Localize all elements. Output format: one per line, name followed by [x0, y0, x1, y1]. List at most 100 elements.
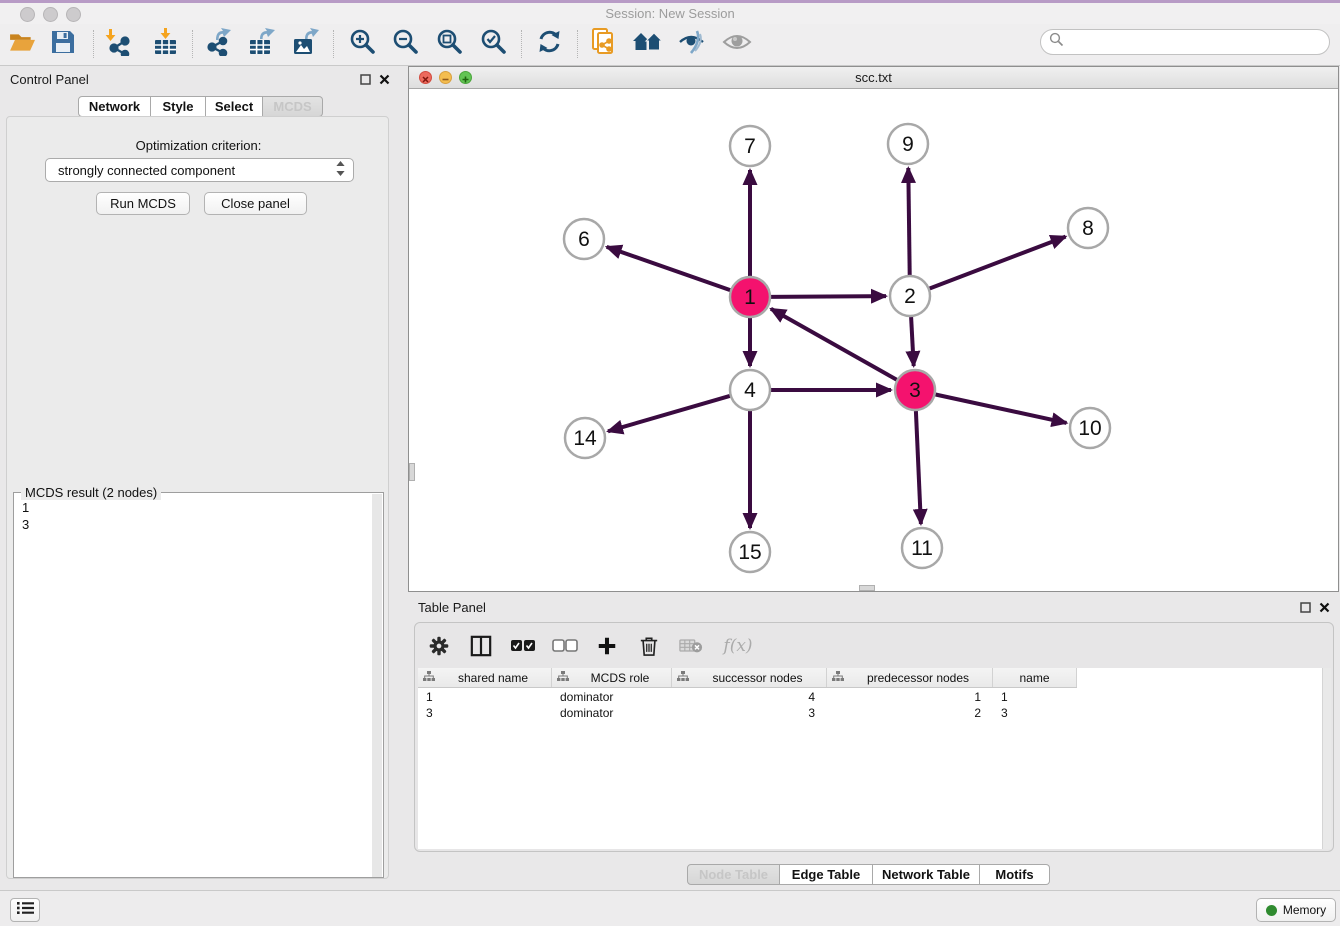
- save-session-button[interactable]: [46, 27, 80, 61]
- zoom-in-icon: [349, 28, 376, 60]
- tab-motifs[interactable]: Motifs: [980, 864, 1050, 885]
- node-15[interactable]: 15: [730, 532, 770, 572]
- network-close-button[interactable]: [419, 71, 432, 84]
- edge-3-1[interactable]: [771, 309, 897, 380]
- clone-network-button[interactable]: [587, 27, 621, 61]
- edge-2-9[interactable]: [908, 168, 909, 275]
- import-table-button[interactable]: [148, 27, 182, 61]
- column-header-shared-name[interactable]: shared name: [418, 668, 552, 687]
- table-scrollbar[interactable]: [1322, 668, 1331, 849]
- node-11[interactable]: 11: [902, 528, 942, 568]
- tab-network[interactable]: Network: [78, 96, 151, 117]
- table-cell[interactable]: 4: [672, 689, 827, 705]
- table-row[interactable]: 3 dominator 3 2 3: [418, 705, 1077, 721]
- deselect-all-icon[interactable]: [551, 632, 579, 660]
- network-maximize-button[interactable]: [459, 71, 472, 84]
- table-cell[interactable]: 3: [993, 705, 1077, 721]
- node-8[interactable]: 8: [1068, 208, 1108, 248]
- table-cell[interactable]: 3: [672, 705, 827, 721]
- zoom-selected-button[interactable]: [476, 27, 510, 61]
- task-history-button[interactable]: [10, 898, 40, 922]
- function-builder-icon[interactable]: f(x): [719, 632, 757, 660]
- mcds-result-line[interactable]: 3: [14, 516, 383, 533]
- network-canvas[interactable]: 7 9 6 8 1 2 4 3 14 10 15 11: [409, 89, 1338, 591]
- tab-mcds[interactable]: MCDS: [263, 96, 323, 117]
- homes-button[interactable]: [631, 27, 665, 61]
- edge-2-8[interactable]: [930, 237, 1066, 289]
- canvas-left-scrollbar-grip[interactable]: [409, 463, 415, 481]
- result-scrollbar[interactable]: [372, 494, 382, 877]
- node-7[interactable]: 7: [730, 126, 770, 166]
- memory-button[interactable]: Memory: [1256, 898, 1336, 922]
- run-mcds-button[interactable]: Run MCDS: [96, 192, 190, 215]
- edge-1-6[interactable]: [607, 247, 731, 290]
- tab-network-table[interactable]: Network Table: [873, 864, 980, 885]
- import-network-button[interactable]: [101, 27, 135, 61]
- edge-1-2[interactable]: [771, 296, 886, 297]
- table-row[interactable]: 1 dominator 4 1 1: [418, 689, 1077, 705]
- mcds-result-line[interactable]: 1: [14, 499, 383, 516]
- network-window-titlebar: scc.txt: [409, 67, 1338, 89]
- node-1[interactable]: 1: [730, 277, 770, 317]
- table-cell[interactable]: dominator: [552, 705, 672, 721]
- table-cell[interactable]: 3: [418, 705, 552, 721]
- export-network-button[interactable]: [201, 27, 235, 61]
- table-cell[interactable]: 1: [827, 689, 993, 705]
- window-minimize-button[interactable]: [43, 7, 58, 22]
- network-graph: 7 9 6 8 1 2 4 3 14 10 15 11: [409, 89, 1338, 591]
- trash-icon[interactable]: [635, 632, 663, 660]
- node-9[interactable]: 9: [888, 124, 928, 164]
- zoom-out-button[interactable]: [388, 27, 422, 61]
- column-header-successor-nodes[interactable]: successor nodes: [672, 668, 827, 687]
- close-panel-button[interactable]: Close panel: [204, 192, 307, 215]
- columns-icon[interactable]: [467, 632, 495, 660]
- tab-node-table[interactable]: Node Table: [687, 864, 780, 885]
- tab-edge-table[interactable]: Edge Table: [780, 864, 873, 885]
- export-table-button[interactable]: [244, 27, 278, 61]
- eye-icon: [722, 31, 752, 58]
- export-image-button[interactable]: [288, 27, 322, 61]
- edge-3-11[interactable]: [916, 411, 921, 524]
- add-column-icon[interactable]: [593, 632, 621, 660]
- column-header-mcds-role[interactable]: MCDS role: [552, 668, 672, 687]
- window-close-button[interactable]: [20, 7, 35, 22]
- gear-icon[interactable]: [425, 632, 453, 660]
- table-cell[interactable]: 2: [827, 705, 993, 721]
- optimization-criterion-dropdown[interactable]: strongly connected component: [45, 158, 354, 182]
- close-panel-icon[interactable]: [377, 72, 391, 86]
- svg-text:1: 1: [744, 286, 756, 309]
- eye-slash-icon: [677, 29, 707, 60]
- float-panel-icon[interactable]: [358, 72, 372, 86]
- tab-style[interactable]: Style: [151, 96, 206, 117]
- window-titlebar: Session: New Session: [0, 0, 1340, 24]
- node-6[interactable]: 6: [564, 219, 604, 259]
- edge-4-14[interactable]: [608, 396, 730, 431]
- float-panel-icon[interactable]: [1298, 600, 1312, 614]
- canvas-bottom-scrollbar-grip[interactable]: [859, 585, 875, 591]
- node-3[interactable]: 3: [895, 370, 935, 410]
- edge-3-10[interactable]: [936, 395, 1067, 423]
- column-header-predecessor-nodes[interactable]: predecessor nodes: [827, 668, 993, 687]
- search-field[interactable]: [1040, 29, 1330, 55]
- tab-select[interactable]: Select: [206, 96, 263, 117]
- delete-table-icon[interactable]: [677, 632, 705, 660]
- table-cell[interactable]: dominator: [552, 689, 672, 705]
- node-4[interactable]: 4: [730, 370, 770, 410]
- node-10[interactable]: 10: [1070, 408, 1110, 448]
- table-cell[interactable]: 1: [418, 689, 552, 705]
- table-cell[interactable]: 1: [993, 689, 1077, 705]
- select-all-icon[interactable]: [509, 632, 537, 660]
- open-session-button[interactable]: [5, 27, 39, 61]
- zoom-fit-button[interactable]: [432, 27, 466, 61]
- column-header-name[interactable]: name: [993, 668, 1077, 687]
- close-panel-icon[interactable]: [1317, 600, 1331, 614]
- network-minimize-button[interactable]: [439, 71, 452, 84]
- apply-layout-button[interactable]: [532, 27, 566, 61]
- toggle-graphics-details-button[interactable]: [675, 27, 709, 61]
- node-2[interactable]: 2: [890, 276, 930, 316]
- show-hide-button[interactable]: [720, 27, 754, 61]
- window-zoom-button[interactable]: [66, 7, 81, 22]
- zoom-in-button[interactable]: [345, 27, 379, 61]
- node-14[interactable]: 14: [565, 418, 605, 458]
- edge-2-3[interactable]: [911, 317, 914, 366]
